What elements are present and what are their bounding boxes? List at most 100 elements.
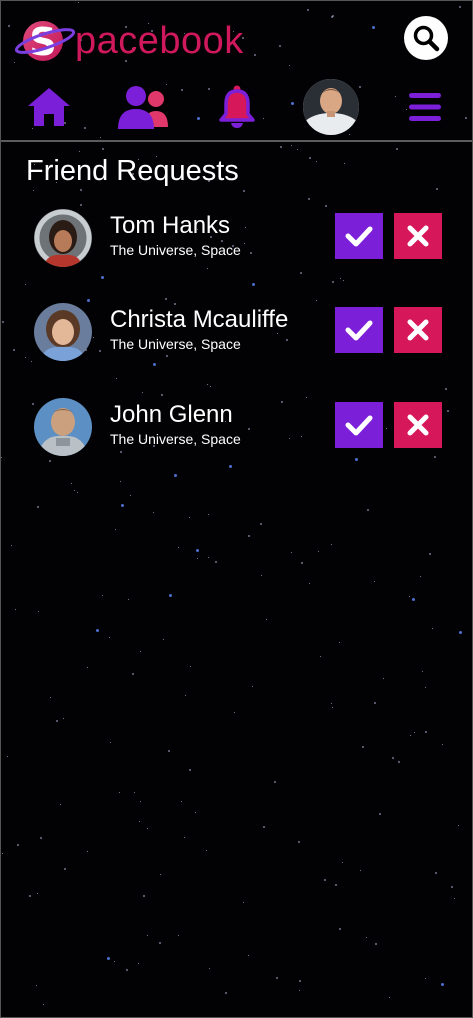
star (214, 561, 217, 563)
star (253, 54, 256, 57)
star (317, 551, 319, 553)
star (339, 927, 342, 930)
home-icon (28, 88, 70, 126)
star (425, 687, 427, 688)
star (298, 840, 301, 843)
spacebook-logo[interactable]: S pacebook (15, 17, 244, 65)
star (325, 204, 328, 207)
star (458, 631, 462, 635)
request-avatar[interactable] (34, 209, 92, 267)
star (299, 980, 302, 982)
friend-request-item: Christa Mcauliffe The Universe, Space (1, 303, 472, 363)
star (77, 491, 79, 493)
star (190, 666, 191, 668)
search-icon (413, 25, 440, 52)
request-location: The Universe, Space (110, 431, 241, 447)
accept-button[interactable] (335, 402, 383, 448)
star (330, 15, 333, 18)
star (101, 594, 103, 596)
star (316, 300, 318, 302)
star (458, 825, 460, 827)
nav-notifications[interactable] (217, 79, 257, 135)
star (142, 391, 144, 393)
star (315, 160, 317, 162)
star (139, 801, 141, 802)
star (49, 459, 52, 462)
check-icon (345, 226, 373, 247)
star (59, 803, 61, 805)
star (10, 544, 12, 546)
star (242, 902, 244, 904)
request-name[interactable]: John Glenn (110, 401, 233, 429)
star (344, 163, 345, 165)
star (96, 628, 100, 632)
star (324, 878, 327, 881)
app-frame: S pacebook Friend Requests Tom Hanks The… (0, 0, 473, 1018)
friend-request-item: Tom Hanks The Universe, Space (1, 209, 472, 269)
star (78, 151, 80, 153)
accept-button[interactable] (335, 307, 383, 353)
friend-request-item: John Glenn The Universe, Space (1, 398, 472, 458)
star (398, 761, 400, 763)
star (114, 529, 116, 531)
star (189, 517, 191, 519)
star (273, 781, 276, 784)
star (99, 136, 101, 138)
star (300, 562, 303, 565)
star (70, 483, 72, 485)
decline-button[interactable] (394, 213, 442, 259)
star (208, 513, 210, 515)
star (165, 297, 168, 300)
star (153, 512, 155, 514)
star (331, 707, 333, 709)
star (343, 279, 345, 281)
star (131, 673, 134, 675)
star (374, 942, 377, 945)
nav-home[interactable] (25, 79, 73, 135)
star (332, 280, 335, 283)
star (100, 276, 104, 280)
star (248, 955, 250, 957)
star (299, 989, 301, 991)
star (208, 557, 210, 559)
star (125, 968, 128, 971)
star (371, 25, 375, 29)
star (388, 997, 390, 999)
request-avatar[interactable] (34, 398, 92, 456)
star (442, 743, 444, 745)
star (309, 157, 312, 159)
request-name[interactable]: Christa Mcauliffe (110, 306, 288, 334)
star (383, 678, 385, 680)
star (233, 712, 235, 714)
nav-menu[interactable] (405, 79, 445, 135)
accept-button[interactable] (335, 213, 383, 259)
star (229, 465, 232, 468)
search-button[interactable] (404, 16, 448, 60)
nav-friends[interactable] (116, 79, 170, 135)
page-title: Friend Requests (26, 155, 239, 187)
star (434, 871, 437, 874)
star (419, 576, 421, 578)
star (102, 148, 105, 151)
star (319, 655, 321, 657)
star (276, 977, 279, 980)
star (279, 44, 282, 47)
star (121, 503, 125, 507)
star (7, 756, 8, 758)
star (147, 827, 149, 829)
request-name[interactable]: Tom Hanks (110, 212, 230, 240)
star (79, 203, 82, 206)
check-icon (345, 320, 373, 341)
decline-button[interactable] (394, 307, 442, 353)
star (2, 852, 4, 854)
star (196, 549, 200, 553)
request-avatar[interactable] (34, 303, 92, 361)
star (450, 885, 453, 888)
star (410, 735, 412, 737)
nav-profile[interactable] (303, 79, 359, 135)
star (177, 547, 179, 549)
star (414, 731, 415, 733)
star (160, 873, 162, 875)
star (130, 495, 131, 497)
decline-button[interactable] (394, 402, 442, 448)
